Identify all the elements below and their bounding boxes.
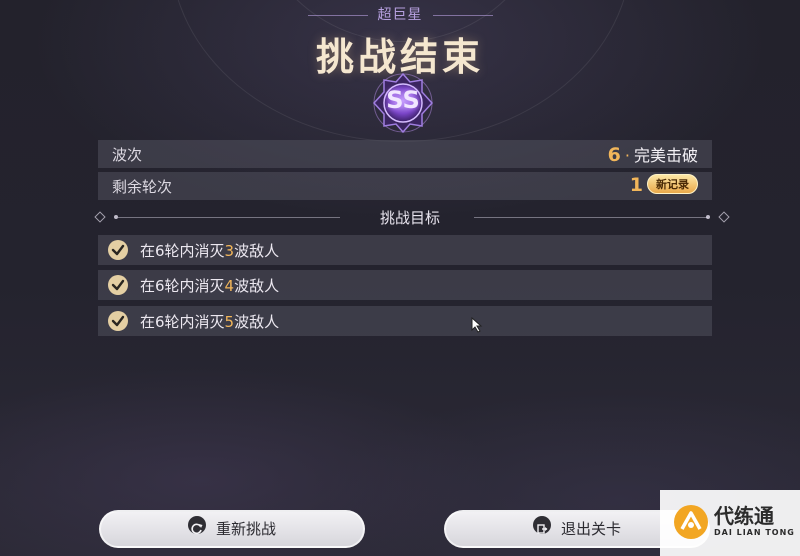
- objective-item: 在6轮内消灭3波敌人: [98, 235, 712, 265]
- objective-prefix: 在6轮内消灭: [140, 242, 225, 260]
- rank-label: SS: [386, 86, 420, 114]
- retry-button[interactable]: 重新挑战: [99, 510, 365, 548]
- stat-row-waves: 波次 6 · 完美击破: [98, 140, 712, 168]
- difficulty-label: 超巨星: [377, 7, 423, 23]
- objective-text: 在6轮内消灭3波敌人: [140, 240, 279, 261]
- stat-text: 完美击破: [633, 146, 698, 165]
- exit-icon: [532, 516, 551, 534]
- divider: [432, 14, 493, 16]
- objective-prefix: 在6轮内消灭: [140, 313, 225, 331]
- objective-item: 在6轮内消灭5波敌人: [98, 306, 712, 336]
- new-record-badge: 新记录: [647, 174, 698, 194]
- objective-text: 在6轮内消灭5波敌人: [140, 311, 279, 332]
- brand-logo-icon: [674, 505, 708, 539]
- divider-dot: [706, 215, 710, 219]
- objective-item: 在6轮内消灭4波敌人: [98, 270, 712, 300]
- objective-count: 3: [224, 242, 235, 260]
- divider: [307, 14, 368, 16]
- retry-label: 重新挑战: [215, 520, 276, 538]
- mouse-cursor-icon: [471, 317, 483, 333]
- objective-count: 4: [224, 277, 235, 295]
- objectives-header: 挑战目标: [90, 206, 730, 228]
- objective-suffix: 波敌人: [234, 313, 280, 331]
- watermark-name: 代练通: [714, 504, 774, 528]
- stat-number: 6: [607, 144, 621, 166]
- stat-label: 剩余轮次: [112, 178, 173, 196]
- stat-value: 6 · 完美击破: [608, 142, 698, 166]
- objective-count: 5: [224, 313, 235, 331]
- check-icon: [108, 311, 128, 331]
- difficulty-header: 超巨星: [0, 4, 800, 24]
- stat-row-remaining-rounds: 剩余轮次 1 新记录: [98, 172, 712, 200]
- retry-icon: [187, 516, 206, 535]
- stat-number: 1: [629, 174, 643, 196]
- check-icon: [108, 275, 128, 295]
- check-icon: [108, 240, 128, 260]
- objective-prefix: 在6轮内消灭: [140, 277, 225, 295]
- objective-text: 在6轮内消灭4波敌人: [140, 275, 279, 296]
- stat-value: 1 新记录: [630, 174, 698, 196]
- objective-suffix: 波敌人: [234, 277, 280, 295]
- stat-label: 波次: [112, 146, 143, 164]
- objective-suffix: 波敌人: [234, 242, 280, 260]
- divider-line: [474, 217, 708, 218]
- exit-label: 退出关卡: [560, 520, 621, 538]
- separator-dot: ·: [624, 146, 630, 165]
- watermark: 代练通 DAI LIAN TONG: [660, 490, 800, 556]
- watermark-subtitle: DAI LIAN TONG: [714, 528, 795, 537]
